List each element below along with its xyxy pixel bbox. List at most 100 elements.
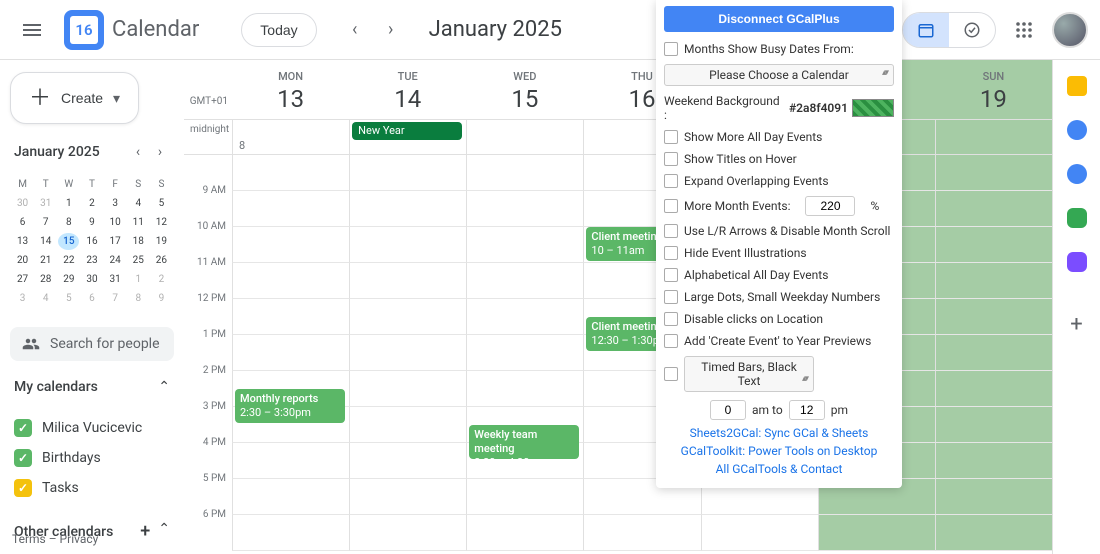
create-button[interactable]: ＋ Create ▾ — [10, 72, 139, 124]
checkbox[interactable] — [664, 224, 678, 238]
color-swatch[interactable] — [852, 99, 894, 117]
mini-day[interactable]: 24 — [105, 252, 126, 269]
time-cell[interactable] — [701, 515, 818, 551]
mini-day[interactable]: 9 — [81, 214, 102, 231]
time-cell[interactable] — [466, 191, 583, 227]
main-menu-button[interactable] — [12, 10, 52, 50]
search-people-input[interactable]: Search for people — [10, 327, 174, 361]
time-cell[interactable] — [349, 371, 466, 407]
addon-icon[interactable] — [1067, 252, 1087, 272]
panel-link[interactable]: GCalToolkit: Power Tools on Desktop — [664, 442, 894, 460]
time-cell[interactable] — [349, 155, 466, 191]
day-header[interactable]: TUE14 — [349, 60, 466, 119]
tasks-view-button[interactable] — [949, 13, 995, 47]
time-cell[interactable] — [466, 515, 583, 551]
time-cell[interactable] — [935, 407, 1052, 443]
calendar-checkbox[interactable] — [14, 479, 32, 497]
day-header[interactable]: WED15 — [466, 60, 583, 119]
mini-day[interactable]: 3 — [105, 195, 126, 212]
time-cell[interactable] — [349, 479, 466, 515]
footer-links[interactable]: Terms – Privacy — [12, 532, 98, 546]
time-cell[interactable] — [349, 443, 466, 479]
hours-to-input[interactable] — [789, 400, 825, 420]
mini-day[interactable]: 25 — [128, 252, 149, 269]
mini-day[interactable]: 3 — [12, 290, 33, 307]
calendar-row[interactable]: Milica Vucicevic — [10, 413, 174, 443]
calendar-checkbox[interactable] — [14, 449, 32, 467]
more-events-input[interactable] — [805, 196, 855, 216]
time-cell[interactable] — [466, 263, 583, 299]
mini-day[interactable]: 2 — [81, 195, 102, 212]
time-cell[interactable] — [232, 407, 349, 443]
day-header[interactable]: MON13 — [232, 60, 349, 119]
hours-from-input[interactable] — [710, 400, 746, 420]
disconnect-button[interactable]: Disconnect GCalPlus — [664, 6, 894, 32]
contacts-icon[interactable] — [1067, 164, 1087, 184]
maps-icon[interactable] — [1067, 208, 1087, 228]
time-cell[interactable] — [935, 443, 1052, 479]
mini-day[interactable]: 26 — [151, 252, 172, 269]
mini-next-button[interactable]: › — [150, 142, 170, 162]
calendar-view-button[interactable] — [903, 13, 949, 47]
mini-day[interactable]: 5 — [58, 290, 79, 307]
calendar-row[interactable]: Birthdays — [10, 443, 174, 473]
time-cell[interactable] — [466, 479, 583, 515]
mini-day[interactable]: 30 — [81, 271, 102, 288]
checkbox[interactable] — [664, 312, 678, 326]
mini-day[interactable]: 12 — [151, 214, 172, 231]
panel-link[interactable]: All GCalTools & Contact — [664, 460, 894, 478]
allday-event[interactable]: New Year — [352, 122, 462, 140]
checkbox[interactable] — [664, 130, 678, 144]
mini-day[interactable]: 23 — [81, 252, 102, 269]
mini-day[interactable]: 15 — [58, 233, 79, 250]
mini-day[interactable]: 9 — [151, 290, 172, 307]
allday-row[interactable]: midnight 8 New Year — [184, 120, 1052, 155]
mini-day[interactable]: 10 — [105, 214, 126, 231]
mini-day[interactable]: 1 — [128, 271, 149, 288]
time-cell[interactable] — [349, 299, 466, 335]
time-cell[interactable] — [466, 443, 583, 479]
time-cell[interactable] — [232, 335, 349, 371]
next-period-button[interactable]: › — [375, 14, 407, 46]
time-cell[interactable] — [935, 335, 1052, 371]
mini-day[interactable]: 8 — [58, 214, 79, 231]
time-cell[interactable] — [232, 443, 349, 479]
mini-day[interactable]: 5 — [151, 195, 172, 212]
checkbox[interactable] — [664, 152, 678, 166]
time-cell[interactable] — [349, 191, 466, 227]
mini-day[interactable]: 19 — [151, 233, 172, 250]
time-cell[interactable] — [466, 155, 583, 191]
calendar-checkbox[interactable] — [14, 419, 32, 437]
time-cell[interactable] — [935, 263, 1052, 299]
time-cell[interactable]: Monthly reports2:30 – 3:30pm — [232, 371, 349, 407]
google-apps-button[interactable] — [1004, 10, 1044, 50]
time-cell[interactable] — [818, 515, 935, 551]
checkbox[interactable] — [664, 268, 678, 282]
mini-day[interactable]: 22 — [58, 252, 79, 269]
time-cell[interactable] — [232, 191, 349, 227]
time-cell[interactable] — [466, 227, 583, 263]
time-cell[interactable] — [466, 299, 583, 335]
time-cell[interactable] — [232, 479, 349, 515]
time-cell[interactable] — [466, 371, 583, 407]
mini-day[interactable]: 8 — [128, 290, 149, 307]
mini-day[interactable]: 6 — [12, 214, 33, 231]
time-cell[interactable] — [232, 227, 349, 263]
checkbox[interactable] — [664, 42, 678, 56]
mini-day[interactable]: 27 — [12, 271, 33, 288]
checkbox[interactable] — [664, 290, 678, 304]
mini-day[interactable]: 1 — [58, 195, 79, 212]
calendar-row[interactable]: Tasks — [10, 473, 174, 503]
checkbox[interactable] — [664, 174, 678, 188]
mini-day[interactable]: 4 — [35, 290, 56, 307]
timed-bars-select[interactable]: Timed Bars, Black Text — [684, 356, 814, 392]
time-cell[interactable] — [935, 155, 1052, 191]
mini-day[interactable]: 6 — [81, 290, 102, 307]
mini-prev-button[interactable]: ‹ — [128, 142, 148, 162]
add-other-calendar-button[interactable]: + — [140, 521, 150, 542]
mini-day[interactable]: 11 — [128, 214, 149, 231]
time-cell[interactable] — [232, 299, 349, 335]
tasks-icon[interactable] — [1067, 120, 1087, 140]
mini-day[interactable]: 2 — [151, 271, 172, 288]
calendar-select[interactable]: Please Choose a Calendar — [664, 64, 894, 86]
